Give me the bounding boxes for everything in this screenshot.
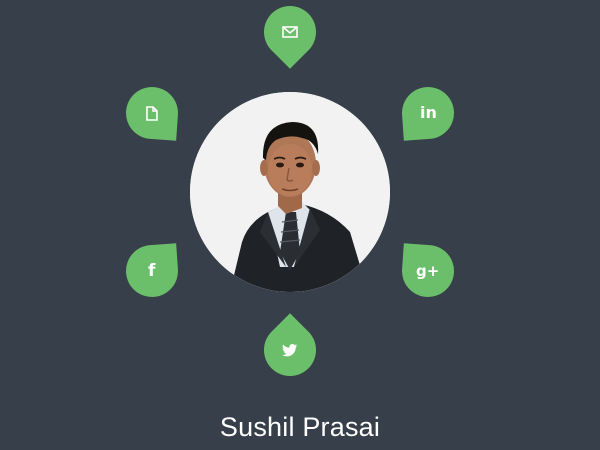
person-portrait-image <box>190 92 390 292</box>
document-icon <box>146 105 158 121</box>
email-button[interactable] <box>253 0 327 69</box>
profile-name: Sushil Prasai <box>219 412 381 442</box>
twitter-icon <box>282 343 298 357</box>
twitter-button[interactable] <box>253 313 327 387</box>
google-plus-icon: g+ <box>416 261 440 280</box>
google-plus-button[interactable]: g+ <box>400 243 456 299</box>
linkedin-button[interactable]: in <box>400 85 456 141</box>
resume-button[interactable] <box>124 85 180 141</box>
facebook-icon: f <box>148 260 156 281</box>
profile-photo <box>190 92 390 292</box>
profile-card: in f g+ Sushil Prasai <box>0 0 600 450</box>
facebook-button[interactable]: f <box>124 243 180 299</box>
envelope-icon <box>282 26 298 38</box>
linkedin-icon: in <box>419 103 437 122</box>
